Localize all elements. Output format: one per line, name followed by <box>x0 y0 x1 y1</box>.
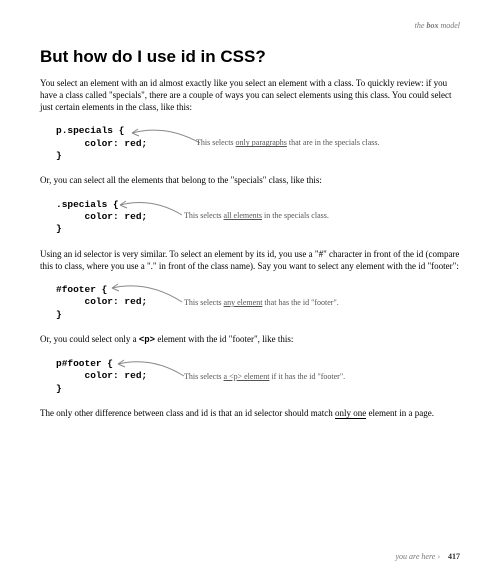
annotation-3: This selects any element that has the id… <box>184 297 339 308</box>
page-title: But how do I use id in CSS? <box>40 45 460 69</box>
underlined-phrase: only one <box>335 408 366 419</box>
paragraph-4: Or, you could select only a <p> element … <box>40 333 460 346</box>
arrow-1 <box>126 119 204 147</box>
arrow-2 <box>116 193 186 219</box>
page-footer: you are here › 417 <box>395 551 460 562</box>
paragraph-3: Using an id selector is very similar. To… <box>40 248 460 272</box>
code-example-3: #footer { color: red; } This selects any… <box>56 284 460 321</box>
arrow-4 <box>114 352 188 380</box>
paragraph-5: The only other difference between class … <box>40 407 460 419</box>
header-bold: box <box>426 21 438 30</box>
arrow-3 <box>108 276 186 306</box>
header-pre: the <box>415 21 427 30</box>
header-post: model <box>438 21 460 30</box>
code-example-1: p.specials { color: red; } This selects … <box>56 125 460 162</box>
running-header: the box model <box>40 20 460 31</box>
annotation-1: This selects only paragraphs that are in… <box>196 137 380 148</box>
code-example-2: .specials { color: red; } This selects a… <box>56 199 460 236</box>
paragraph-2: Or, you can select all the elements that… <box>40 174 460 186</box>
footer-text: you are here <box>395 552 437 561</box>
inline-code-p: <p> <box>139 335 155 345</box>
code-example-4: p#footer { color: red; } This selects a … <box>56 358 460 395</box>
footer-arrow-icon: › <box>437 552 440 561</box>
intro-paragraph: You select an element with an id almost … <box>40 77 460 113</box>
annotation-4: This selects a <p> element if it has the… <box>184 371 345 382</box>
annotation-2: This selects all elements in the special… <box>184 210 329 221</box>
page-number: 417 <box>448 552 460 561</box>
